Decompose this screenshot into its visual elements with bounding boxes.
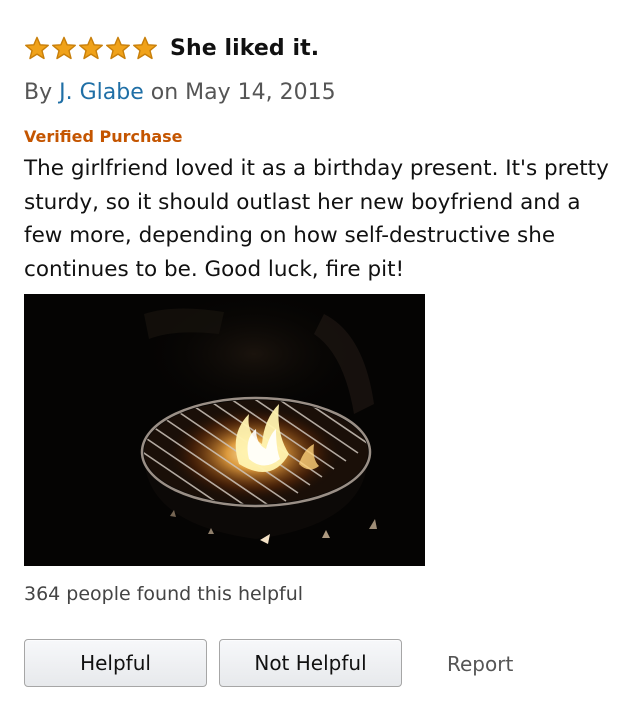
report-link[interactable]: Report xyxy=(447,650,513,678)
review-title: She liked it. xyxy=(170,35,320,61)
star-icon xyxy=(132,36,158,61)
review-date: on May 14, 2015 xyxy=(143,80,336,105)
review-byline: By J. Glabe on May 14, 2015 xyxy=(24,76,624,110)
helpful-button[interactable]: Helpful xyxy=(24,639,207,687)
star-icon xyxy=(51,36,77,61)
byline-prefix: By xyxy=(24,80,60,105)
author-link[interactable]: J. Glabe xyxy=(59,80,144,105)
verified-purchase-badge: Verified Purchase xyxy=(24,127,183,146)
helpful-count: 364 people found this helpful xyxy=(24,583,304,605)
star-rating xyxy=(24,36,158,61)
star-icon xyxy=(78,36,104,61)
review-text: The girlfriend loved it as a birthday pr… xyxy=(24,156,609,282)
star-icon xyxy=(105,36,131,61)
review-title-row: She liked it. xyxy=(24,30,624,66)
review-photo[interactable] xyxy=(24,294,425,566)
star-icon xyxy=(24,36,50,61)
fire-pit-photo-icon xyxy=(24,294,425,566)
review-card: She liked it. By J. Glabe on May 14, 201… xyxy=(24,30,624,286)
not-helpful-button[interactable]: Not Helpful xyxy=(219,639,402,687)
